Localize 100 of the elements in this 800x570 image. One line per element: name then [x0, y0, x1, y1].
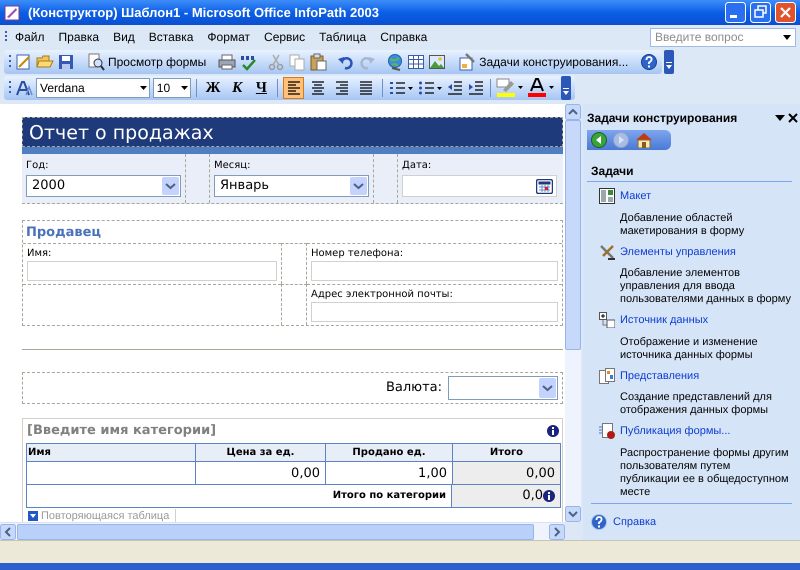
table-icon[interactable] [407, 53, 426, 71]
task-link[interactable]: Источник данных [620, 312, 708, 328]
menu-item[interactable]: Таблица [312, 27, 374, 47]
field-label: Имя: [27, 247, 52, 260]
task-description: Распространение формы другим пользователям путем публикации ее в общедоступном месте [619, 446, 790, 498]
layout-task-icon [599, 188, 615, 204]
form-title: Отчет о продажах [22, 117, 563, 147]
spellcheck-icon[interactable] [239, 53, 258, 71]
vertical-scrollbar[interactable] [565, 104, 581, 522]
grip-icon [8, 80, 12, 96]
grip-icon [4, 30, 8, 44]
forward-icon[interactable] [613, 132, 629, 148]
dropdown-field[interactable] [448, 376, 558, 400]
help-icon[interactable] [640, 53, 658, 71]
horizontal-scrollbar[interactable] [0, 522, 565, 540]
menu-item[interactable]: Справка [373, 27, 434, 47]
dropdown-arrow-icon [140, 86, 147, 90]
info-icon [547, 425, 559, 437]
publish-task-icon [599, 423, 615, 440]
toolbar-options-icon[interactable] [561, 76, 572, 100]
text-input-field[interactable] [27, 261, 277, 281]
dropdown-field[interactable]: Январь [214, 175, 369, 197]
scroll-thumb[interactable] [17, 524, 534, 540]
font-size-field[interactable]: 10 [152, 78, 192, 98]
text-style-icon[interactable] [15, 79, 33, 97]
info-icon [543, 490, 555, 502]
task-description: Добавление областей макетирования в форму [619, 212, 746, 238]
back-icon[interactable] [591, 132, 607, 148]
numbered-list-icon[interactable] [388, 79, 414, 97]
menu-item[interactable]: Сервис [257, 27, 312, 47]
field-label: Дата: [402, 160, 432, 172]
task-pane-title: Задачи конструирования [587, 110, 738, 127]
calendar-icon[interactable] [536, 178, 553, 194]
menu-item[interactable]: Вставка [142, 27, 200, 47]
magnifier-icon [87, 53, 105, 71]
collapse-icon[interactable] [28, 510, 38, 520]
task-link[interactable]: Публикация формы... [620, 423, 730, 440]
dropdown-arrow-icon [181, 86, 188, 90]
table-cell: 0,00 [452, 462, 560, 484]
views-task-icon [599, 368, 615, 384]
task-link[interactable]: Макет [620, 188, 652, 204]
menu-item[interactable]: Формат [200, 27, 258, 47]
task-link[interactable]: Элементы управления [620, 244, 736, 260]
datasource-task-icon [599, 312, 615, 328]
category-name-placeholder[interactable]: [Введите имя категории] [27, 421, 216, 441]
help-link[interactable]: Справка [613, 514, 656, 530]
toolbar-options-icon[interactable] [664, 50, 674, 74]
home-icon[interactable] [635, 132, 653, 148]
globe-link-icon[interactable] [386, 53, 404, 71]
grip-icon [8, 54, 12, 70]
scroll-right-icon[interactable] [549, 524, 565, 540]
printer-icon[interactable] [218, 53, 236, 71]
table-cell[interactable]: 0,00 [195, 462, 325, 484]
help-search-field[interactable]: Введите вопрос [650, 28, 796, 46]
picture-icon[interactable] [428, 53, 446, 71]
font-color-icon[interactable] [527, 78, 556, 98]
italic-button[interactable]: К [226, 77, 248, 99]
section-heading: Продавец [25, 224, 102, 242]
table-cell: 0,0 [452, 485, 560, 507]
underline-button[interactable]: Ч [250, 77, 272, 99]
bulleted-list-icon[interactable] [417, 79, 444, 97]
task-description: Отображение и изменение источника данных формы [619, 336, 759, 362]
scroll-thumb[interactable] [565, 120, 581, 350]
close-button[interactable] [775, 2, 796, 23]
design-tasks-button[interactable]: Задачи конструирования... [456, 51, 630, 73]
save-icon[interactable] [57, 53, 75, 71]
field-label: Год: [26, 160, 50, 172]
bold-button[interactable]: Ж [202, 77, 224, 99]
window-title: (Конструктор) Шаблон1 - Microsoft Office InfoPath 2003 [28, 4, 379, 22]
close-icon[interactable] [788, 113, 798, 123]
scroll-up-icon[interactable] [565, 104, 581, 120]
column-header: Продано ед. [325, 444, 452, 461]
decrease-indent-icon[interactable] [446, 79, 464, 97]
menu-item[interactable]: Файл [8, 27, 52, 47]
task-description: Добавление элементов управления для ввода пользователями данных в форму [619, 267, 792, 306]
field-label: Валюта: [386, 379, 443, 398]
column-header: Итого [452, 444, 560, 461]
task-description: Создание представлений для отображения данных формы [619, 391, 773, 417]
dropdown-arrow-icon[interactable] [775, 114, 785, 122]
scroll-left-icon[interactable] [0, 524, 16, 540]
increase-indent-icon[interactable] [467, 79, 486, 97]
app-icon [4, 4, 20, 20]
field-label: Номер телефона: [311, 247, 404, 260]
restore-button[interactable] [750, 2, 771, 23]
text-input-field[interactable] [311, 261, 558, 281]
minimize-button[interactable] [725, 2, 746, 23]
tasks-icon [458, 53, 476, 71]
help-icon [591, 514, 607, 530]
font-field[interactable]: Verdana [36, 78, 150, 98]
preview-form-button[interactable]: Просмотр формы [85, 51, 208, 73]
scroll-down-icon[interactable] [565, 506, 581, 522]
align-left-button[interactable] [282, 77, 304, 99]
text-input-field[interactable] [311, 302, 558, 322]
menu-item[interactable]: Правка [52, 27, 106, 47]
paste-icon[interactable] [309, 53, 328, 71]
dropdown-field[interactable]: 2000 [26, 175, 181, 197]
dropdown-arrow-icon [783, 34, 791, 40]
date-field[interactable] [402, 175, 557, 197]
task-link[interactable]: Представления [620, 368, 700, 384]
menu-item[interactable]: Вид [106, 27, 142, 47]
